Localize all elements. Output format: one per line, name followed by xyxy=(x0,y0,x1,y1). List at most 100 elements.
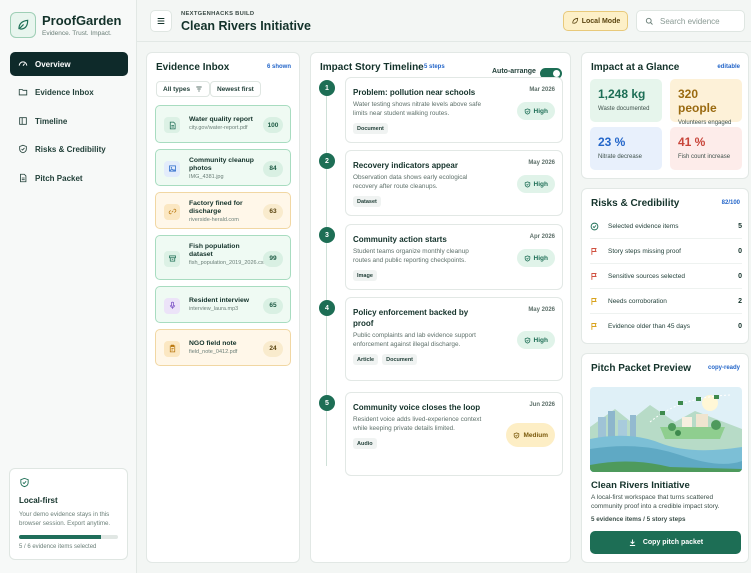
edit-link[interactable]: editable xyxy=(717,64,740,70)
metric-label: Volunteers engaged xyxy=(678,120,732,126)
metric-tile[interactable]: 320 people Volunteers engaged xyxy=(670,79,742,126)
step-number: 4 xyxy=(319,300,335,316)
app-tagline: Evidence. Trust. Impact. xyxy=(42,30,112,37)
timeline-panel: Impact Story Timeline 5 steps Auto-arran… xyxy=(310,52,571,563)
evidence-file: riverside-herald.com xyxy=(189,217,239,223)
risk-row[interactable]: Needs corroboration 2 xyxy=(590,289,742,314)
evidence-item[interactable]: Water quality report city.gov/water-repo… xyxy=(155,105,291,143)
evidence-item[interactable]: Factory fined for discharge riverside-he… xyxy=(155,192,291,229)
metric-label: Fish count increase xyxy=(678,154,731,160)
glance-panel: Impact at a Glance editable 1,248 kg Was… xyxy=(581,52,749,179)
evidence-item[interactable]: Fish population dataset fish_population_… xyxy=(155,235,291,280)
timeline-step-card[interactable]: Problem: pollution near schools Mar 2026… xyxy=(345,77,563,143)
nav-pitch-packet[interactable]: Pitch Packet xyxy=(10,166,128,190)
evidence-file: city.gov/water-report.pdf xyxy=(189,125,248,131)
folder-icon xyxy=(18,89,28,96)
risk-row[interactable]: Selected evidence items 5 xyxy=(590,214,742,239)
search-box[interactable] xyxy=(636,10,745,32)
step-title: Recovery indicators appear xyxy=(353,161,458,170)
timeline-step-card[interactable]: Community voice closes the loop Jun 2026… xyxy=(345,392,563,476)
evidence-file: interview_laura.mp3 xyxy=(189,306,239,312)
evidence-tag: Dataset xyxy=(353,196,381,207)
risk-label: Needs corroboration xyxy=(608,297,667,305)
risk-label: Story steps missing proof xyxy=(608,247,681,255)
evidence-file: fish_population_2019_2026.csv xyxy=(189,260,267,266)
menu-button[interactable] xyxy=(150,10,172,32)
risk-label: Sensitive sources selected xyxy=(608,272,685,280)
metric-value: 41 % xyxy=(678,135,706,149)
risk-row[interactable]: Sensitive sources selected 0 xyxy=(590,264,742,289)
metric-tile[interactable]: 23 % Nitrate decrease xyxy=(590,127,662,170)
shield-check-icon xyxy=(524,336,530,344)
metric-tile[interactable]: 1,248 kg Waste documented xyxy=(590,79,662,122)
evidence-tag: Image xyxy=(353,270,377,281)
pitch-name: Clean Rivers Initiative xyxy=(591,480,690,491)
evidence-file: IMG_4381.jpg xyxy=(189,174,224,180)
evidence-title: NGO field note xyxy=(189,340,237,347)
risk-row[interactable]: Evidence older than 45 days 0 xyxy=(590,314,742,339)
evidence-tag: Audio xyxy=(353,438,377,449)
nav-timeline[interactable]: Timeline xyxy=(10,109,128,133)
step-desc: Student teams organize monthly cleanup r… xyxy=(353,248,469,264)
timeline-count: 5 steps xyxy=(424,64,445,70)
type-filter[interactable]: All types xyxy=(156,81,211,97)
link-icon xyxy=(168,208,176,215)
shield-check-icon xyxy=(514,431,520,439)
metric-tile[interactable]: 41 % Fish count increase xyxy=(670,127,742,170)
evidence-tag: Article xyxy=(353,354,379,365)
evidence-item[interactable]: Community cleanup photos IMG_4381.jpg 84 xyxy=(155,149,291,186)
app-logo xyxy=(10,12,36,38)
selection-progress-fill xyxy=(19,535,102,539)
pitch-desc: A local-first workspace that turns scatt… xyxy=(591,494,720,510)
risk-row[interactable]: Story steps missing proof 0 xyxy=(590,239,742,264)
timeline-step-card[interactable]: Community action starts Apr 2026 Student… xyxy=(345,224,563,290)
timeline-step-card[interactable]: Policy enforcement backed by proof May 2… xyxy=(345,297,563,381)
risk-value: 2 xyxy=(738,297,742,305)
sort-selector[interactable]: Newest first xyxy=(210,81,261,97)
header-divider xyxy=(137,41,751,42)
copy-pitch-button[interactable]: Copy pitch packet xyxy=(590,531,741,554)
risks-panel: Risks & Credibility 82/100 Selected evid… xyxy=(581,188,749,344)
evidence-type-badge xyxy=(164,297,180,314)
timeline-step-card[interactable]: Recovery indicators appear May 2026 Obse… xyxy=(345,150,563,216)
nav-overview[interactable]: Overview xyxy=(10,52,128,76)
menu-icon xyxy=(157,17,165,25)
step-number: 1 xyxy=(319,80,335,96)
shield-check-icon xyxy=(524,180,530,188)
evidence-title: Resident interview xyxy=(189,297,250,304)
evidence-score: 99 xyxy=(263,250,283,267)
confidence-badge: Medium xyxy=(506,423,555,447)
local-first-title: Local-first xyxy=(19,496,58,505)
mic-icon xyxy=(169,301,175,309)
nav-label: Overview xyxy=(35,59,71,69)
step-desc: Observation data shows early ecological … xyxy=(353,174,468,190)
step-number: 5 xyxy=(319,395,335,411)
nav-label: Timeline xyxy=(35,116,68,126)
page-title: Clean Rivers Initiative xyxy=(181,19,311,33)
nav-evidence-inbox[interactable]: Evidence Inbox xyxy=(10,80,128,104)
nav-label: Pitch Packet xyxy=(35,173,83,183)
copy-pitch-label: Copy pitch packet xyxy=(642,539,704,546)
risk-value: 0 xyxy=(738,323,742,330)
step-tags: Image xyxy=(353,270,377,281)
evidence-type-badge xyxy=(164,117,180,133)
note-icon xyxy=(169,344,175,353)
pitch-status: copy-ready xyxy=(707,365,740,371)
evidence-score: 84 xyxy=(263,160,283,177)
river-city-illustration-icon xyxy=(590,387,742,472)
local-first-desc: Your demo evidence stays in this browser… xyxy=(19,511,111,527)
check-circle-icon xyxy=(590,222,599,230)
search-input[interactable] xyxy=(660,16,740,26)
download-icon xyxy=(629,539,635,546)
step-number: 3 xyxy=(319,227,335,243)
search-icon xyxy=(645,17,653,25)
sort-label: Newest first xyxy=(217,85,254,93)
local-mode-button[interactable]: Local Mode xyxy=(563,11,628,31)
leaf-icon xyxy=(572,17,578,24)
nav-risks[interactable]: Risks & Credibility xyxy=(10,137,128,161)
confidence-label: Medium xyxy=(523,431,548,439)
evidence-item[interactable]: Resident interview interview_laura.mp3 6… xyxy=(155,286,291,323)
risk-value: 0 xyxy=(738,272,742,280)
nav-label: Risks & Credibility xyxy=(35,144,106,154)
evidence-item[interactable]: NGO field note field_note_0412.pdf 24 xyxy=(155,329,291,366)
